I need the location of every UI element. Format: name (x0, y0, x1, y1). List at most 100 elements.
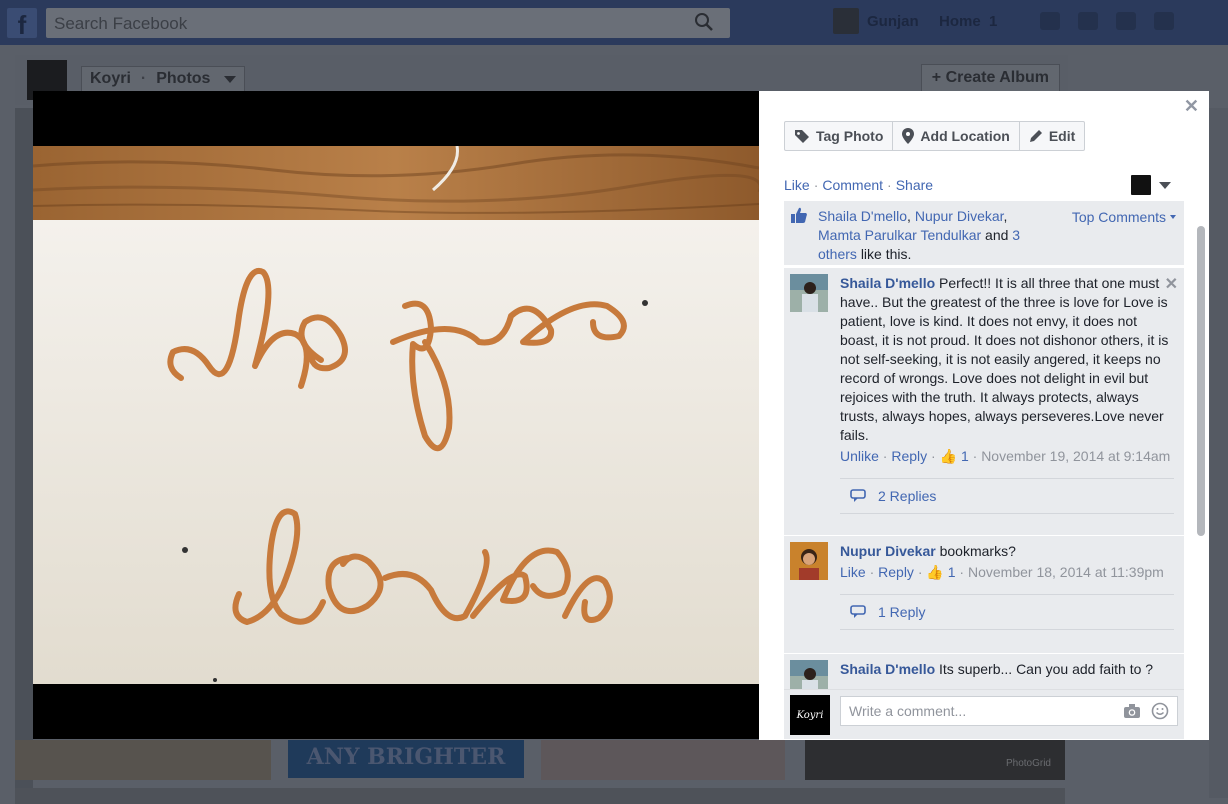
liker-link[interactable]: Nupur Divekar (915, 208, 1004, 224)
tag-photo-label: Tag Photo (816, 128, 884, 144)
comment-author-link[interactable]: Shaila D'mello (840, 275, 935, 291)
comments-scrollbar[interactable] (1197, 226, 1205, 536)
breadcrumb-separator: · (140, 70, 147, 87)
chevron-down-icon (1159, 181, 1171, 189)
avatar (1131, 175, 1151, 195)
photo-viewer[interactable] (33, 91, 759, 739)
comment-timestamp[interactable]: November 18, 2014 at 11:39pm (968, 564, 1164, 580)
comment-input[interactable] (841, 697, 1101, 725)
search-placeholder: Search Facebook (54, 14, 188, 33)
settings-icon[interactable] (1154, 12, 1174, 30)
replies-count: 2 Replies (878, 488, 937, 504)
tag-photo-button[interactable]: Tag Photo (785, 122, 894, 150)
comment-text: Its superb... Can you add faith to ? (939, 661, 1154, 677)
comment-body: Shaila D'mello Perfect!! It is all three… (840, 268, 1184, 466)
likes-suffix: like this. (860, 246, 912, 262)
separator: · (813, 177, 819, 193)
comment-body: Nupur Divekar bookmarks? Like · Reply · … (840, 536, 1184, 582)
comment-item: Shaila D'mello Its superb... Can you add… (784, 653, 1184, 691)
notifications-icon[interactable] (1116, 12, 1136, 30)
avatar[interactable] (790, 274, 828, 312)
like-link[interactable]: Like (840, 564, 866, 580)
background-photo-row (15, 788, 1065, 804)
avatar (833, 8, 859, 34)
create-album-button[interactable]: + Create Album (920, 64, 1060, 92)
comment-timestamp[interactable]: November 19, 2014 at 9:14am (981, 448, 1170, 464)
comment-item: Shaila D'mello Perfect!! It is all three… (784, 267, 1184, 535)
comment-text: bookmarks? (939, 543, 1016, 559)
comment-input-box[interactable] (840, 696, 1178, 726)
replies-count: 1 Reply (878, 604, 926, 620)
home-count-badge: 1 (989, 13, 998, 30)
breadcrumb-page-name: Koyri (90, 70, 131, 87)
likes-and: and (985, 227, 1009, 243)
photogrid-watermark: PhotoGrid (1005, 758, 1051, 769)
background-gutter (1209, 108, 1228, 798)
home-link[interactable]: Home (939, 13, 981, 30)
share-link[interactable]: Share (896, 177, 933, 193)
add-location-button[interactable]: Add Location (893, 122, 1020, 150)
separator: · (887, 177, 892, 193)
thumbs-up-icon (791, 207, 807, 223)
breadcrumb[interactable]: Koyri · Photos (81, 66, 246, 92)
emoji-icon[interactable] (1151, 702, 1169, 720)
edit-button[interactable]: Edit (1020, 122, 1084, 150)
facebook-logo[interactable]: f (7, 8, 37, 40)
close-icon[interactable]: ✕ (1165, 274, 1178, 294)
reply-link[interactable]: Reply (891, 448, 927, 464)
posting-as-selector[interactable] (1131, 175, 1171, 195)
view-replies-link[interactable]: 1 Reply (840, 594, 1174, 630)
comment-order-dropdown[interactable]: Top Comments (1072, 209, 1176, 225)
avatar: Koyri (790, 695, 830, 735)
comment-body: Shaila D'mello Its superb... Can you add… (840, 654, 1184, 679)
add-location-label: Add Location (920, 128, 1010, 144)
comment-text: Perfect!! It is all three that one must … (840, 275, 1169, 443)
profile-link[interactable]: Gunjan (833, 8, 919, 34)
breadcrumb-section: Photos (156, 70, 211, 87)
comment-list[interactable]: Shaila D'mello Perfect!! It is all three… (784, 267, 1184, 691)
search-bar[interactable]: Search Facebook (46, 8, 730, 38)
background-photo-tile[interactable]: PhotoGrid (805, 740, 1065, 780)
notification-icons (1040, 12, 1174, 30)
reply-arrow-icon (850, 489, 866, 502)
location-pin-icon (902, 128, 915, 144)
chevron-down-icon (1170, 215, 1176, 219)
thumbs-up-icon: 👍 (939, 448, 958, 464)
background-photo-tile[interactable] (541, 740, 785, 780)
tag-icon (795, 130, 809, 143)
messages-icon[interactable] (1078, 12, 1098, 30)
view-replies-link[interactable]: 2 Replies (840, 478, 1174, 514)
comment-meta: Unlike · Reply · 👍 1 · November 19, 2014… (840, 448, 1171, 464)
liker-link[interactable]: Shaila D'mello (818, 208, 907, 224)
reply-link[interactable]: Reply (878, 564, 914, 580)
like-link[interactable]: Like (784, 177, 810, 193)
search-icon[interactable] (694, 12, 714, 32)
thumbs-up-icon: 👍 (926, 564, 944, 580)
likes-summary: Shaila D'mello, Nupur Divekar, Mamta Par… (784, 201, 1184, 265)
background-photo-caption[interactable]: ANY BRIGHTER (288, 740, 524, 778)
top-navigation-bar: f Search Facebook Gunjan Home 1 (0, 0, 1228, 45)
avatar[interactable] (790, 660, 828, 691)
close-icon[interactable]: ✕ (1184, 96, 1199, 117)
comment-meta: Like · Reply · 👍 1 · November 18, 2014 a… (840, 564, 1164, 580)
reply-arrow-icon (850, 605, 866, 618)
top-comments-label: Top Comments (1071, 209, 1166, 225)
avatar[interactable] (790, 542, 828, 580)
likes-text: Shaila D'mello, Nupur Divekar, Mamta Par… (818, 208, 1021, 262)
unlike-link[interactable]: Unlike (840, 448, 879, 464)
camera-icon[interactable] (1123, 703, 1141, 719)
comment-likes[interactable]: 👍 1 (940, 448, 969, 464)
wire-art-photo[interactable] (33, 146, 759, 684)
pencil-icon (1029, 130, 1042, 142)
comment-author-link[interactable]: Shaila D'mello (840, 661, 935, 677)
liker-link[interactable]: Mamta Parulkar Tendulkar (818, 227, 981, 243)
background-photo-column (15, 108, 33, 798)
comment-link[interactable]: Comment (822, 177, 883, 193)
background-photo-tile[interactable] (15, 740, 271, 780)
like-comment-share-bar: Like · Comment · Share (784, 177, 933, 193)
chevron-down-icon (224, 75, 237, 83)
friend-requests-icon[interactable] (1040, 12, 1060, 30)
comment-author-link[interactable]: Nupur Divekar (840, 543, 936, 559)
hope-love-wire-art-image (33, 146, 759, 684)
comment-likes[interactable]: 👍 1 (926, 564, 955, 580)
